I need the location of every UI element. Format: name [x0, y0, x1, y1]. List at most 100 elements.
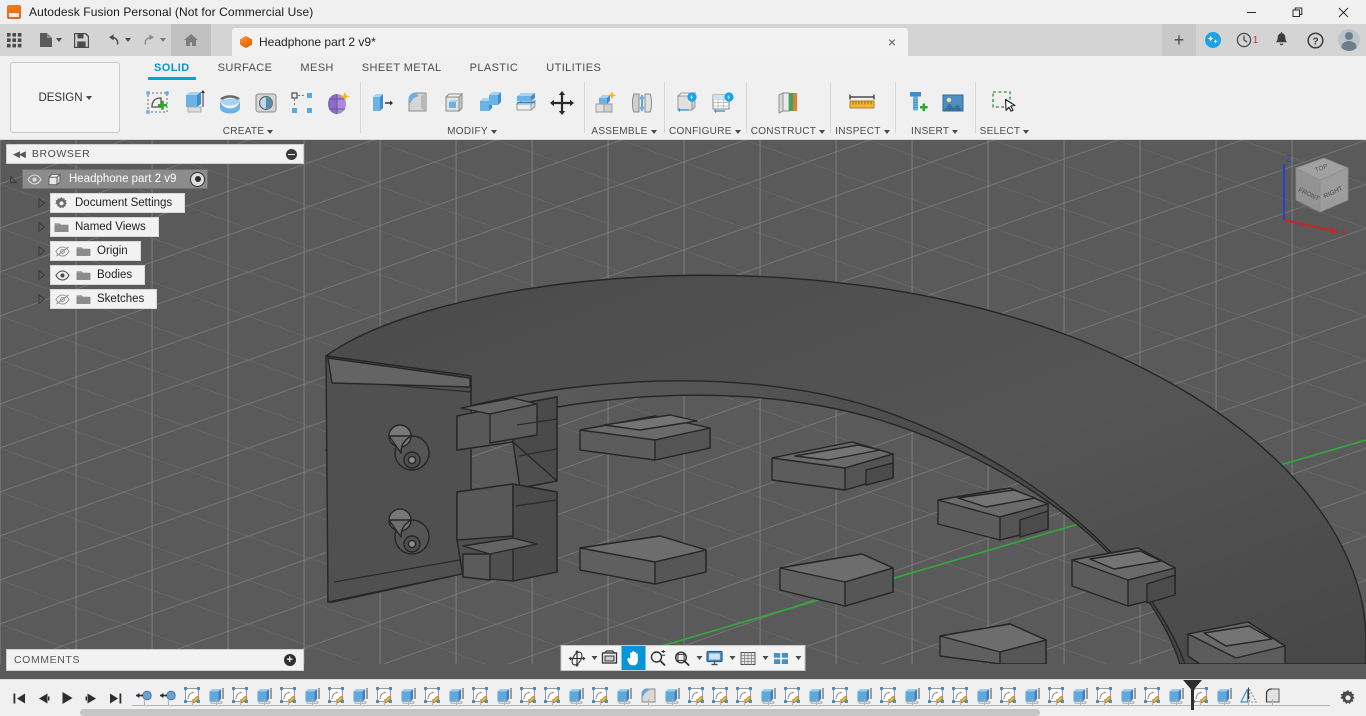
undo-button[interactable] [101, 24, 136, 56]
sweep-icon[interactable] [249, 86, 283, 120]
help-button[interactable]: ? [1298, 24, 1332, 56]
visibility-eye-icon[interactable] [53, 269, 71, 281]
chevron-down-icon [125, 38, 131, 42]
timeline-settings-button[interactable] [1330, 690, 1366, 706]
extensions-button[interactable] [1196, 24, 1230, 56]
viewport-3d[interactable]: ◀◀ BROWSER Headphone part 2 v9 Document … [0, 140, 1366, 679]
pan-button[interactable] [621, 646, 646, 670]
tab-utilities[interactable]: UTILITIES [532, 59, 615, 80]
visibility-eye-icon[interactable] [25, 173, 43, 185]
go-to-end-button[interactable] [104, 685, 126, 711]
tree-row-bodies[interactable]: Bodies [6, 264, 304, 286]
document-tab-close-icon[interactable]: × [884, 35, 900, 49]
collapse-arrow-icon[interactable] [34, 222, 50, 232]
chevron-down-icon[interactable] [795, 656, 802, 660]
shell-icon[interactable] [437, 86, 471, 120]
timeline-scrollbar-thumb[interactable] [80, 709, 1040, 716]
window-selection-icon[interactable] [987, 86, 1021, 120]
chevron-down-icon[interactable] [734, 129, 741, 134]
revolve-icon[interactable] [213, 86, 247, 120]
tab-mesh[interactable]: MESH [286, 59, 347, 80]
restore-button[interactable] [1274, 0, 1320, 24]
visibility-eye-off-icon[interactable] [53, 245, 71, 257]
combine-icon[interactable] [473, 86, 507, 120]
zoom-button[interactable] [646, 646, 670, 670]
view-cube[interactable]: Z X TOP FRONT RIGHT [1256, 146, 1360, 238]
extrude-icon[interactable] [177, 86, 211, 120]
timeline-tick [1104, 699, 1105, 706]
redo-button[interactable] [136, 24, 171, 56]
split-face-icon[interactable] [509, 86, 543, 120]
viewports-icon [773, 652, 788, 664]
create-sketch-icon[interactable] [141, 86, 175, 120]
activate-component-radio[interactable] [190, 171, 206, 187]
configuration-icon[interactable] [670, 86, 704, 120]
app-grid-button[interactable] [0, 24, 28, 56]
account-button[interactable] [1332, 24, 1366, 56]
timeline-playhead[interactable] [1191, 680, 1194, 710]
grid-snaps-button[interactable] [736, 646, 760, 670]
collapse-arrow-icon[interactable] [34, 270, 50, 280]
offset-plane-icon[interactable] [771, 86, 805, 120]
viewports-button[interactable] [769, 646, 793, 670]
job-status-button[interactable]: 1 [1230, 24, 1264, 56]
collapse-arrow-icon[interactable] [34, 198, 50, 208]
minus-circle-icon[interactable] [286, 148, 297, 160]
collapse-arrow-icon[interactable] [34, 246, 50, 256]
look-at-button[interactable] [598, 646, 622, 670]
new-document-button[interactable] [34, 24, 67, 56]
collapse-arrow-icon[interactable] [34, 294, 50, 304]
home-button[interactable] [171, 24, 211, 56]
tree-row-document-settings[interactable]: Document Settings [6, 192, 304, 214]
fillet-icon[interactable] [401, 86, 435, 120]
step-forward-button[interactable] [80, 685, 102, 711]
chevron-down-icon[interactable] [1023, 129, 1030, 134]
comments-label: COMMENTS [14, 654, 81, 666]
chevron-down-icon[interactable] [650, 129, 657, 134]
tree-row-sketches[interactable]: Sketches [6, 288, 304, 310]
tree-row-origin[interactable]: Origin [6, 240, 304, 262]
tab-solid[interactable]: SOLID [140, 59, 204, 80]
plus-circle-icon[interactable]: + [284, 654, 296, 666]
panel-configure: CONFIGURE [664, 78, 746, 139]
step-back-button[interactable] [32, 685, 54, 711]
look-at-icon [601, 650, 618, 664]
tab-sheet-metal[interactable]: SHEET METAL [348, 59, 456, 80]
expand-arrow-icon[interactable] [6, 174, 22, 184]
save-button[interactable] [67, 24, 95, 56]
comments-panel[interactable]: COMMENTS + [6, 649, 304, 671]
chevron-down-icon[interactable] [952, 129, 959, 134]
play-button[interactable] [56, 685, 78, 711]
minimize-button[interactable] [1228, 0, 1274, 24]
chevron-down-icon[interactable] [883, 129, 890, 134]
new-tab-button[interactable]: + [1162, 24, 1196, 56]
configuration-table-icon[interactable] [706, 86, 740, 120]
double-chevron-left-icon[interactable]: ◀◀ [13, 149, 26, 160]
workspace-switcher[interactable]: DESIGN [10, 62, 120, 133]
chevron-down-icon[interactable] [819, 129, 826, 134]
joint-icon[interactable] [625, 86, 659, 120]
press-pull-icon[interactable] [365, 86, 399, 120]
document-tab[interactable]: Headphone part 2 v9* × [232, 28, 908, 56]
tree-row-named-views[interactable]: Named Views [6, 216, 304, 238]
display-settings-button[interactable] [703, 646, 727, 670]
notifications-button[interactable] [1264, 24, 1298, 56]
tab-plastic[interactable]: PLASTIC [456, 59, 533, 80]
form-icon[interactable] [321, 86, 355, 120]
pattern-icon[interactable] [285, 86, 319, 120]
tree-row-root[interactable]: Headphone part 2 v9 [6, 168, 304, 190]
visibility-eye-off-icon[interactable] [53, 293, 71, 305]
orbit-button[interactable] [565, 646, 589, 670]
chevron-down-icon[interactable] [490, 129, 497, 134]
tab-surface[interactable]: SURFACE [204, 59, 287, 80]
measure-ruler-icon[interactable] [845, 86, 879, 120]
insert-mcmaster-icon[interactable] [900, 86, 934, 120]
chevron-down-icon[interactable] [267, 129, 274, 134]
fit-button[interactable] [670, 646, 694, 670]
timeline-scrollbar[interactable] [80, 709, 1320, 716]
go-to-beginning-button[interactable] [8, 685, 30, 711]
new-component-icon[interactable] [589, 86, 623, 120]
close-button[interactable] [1320, 0, 1366, 24]
move-copy-icon[interactable] [545, 86, 579, 120]
insert-canvas-icon[interactable] [936, 86, 970, 120]
